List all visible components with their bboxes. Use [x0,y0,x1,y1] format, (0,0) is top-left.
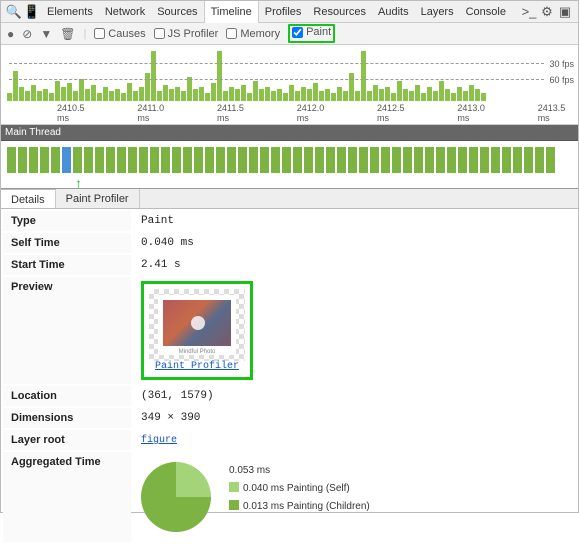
details-table: TypePaint Self Time0.040 ms Start Time2.… [1,209,578,544]
preview-image [163,300,231,346]
jsprofiler-label: JS Profiler [168,28,219,40]
row-starttime-val: 2.41 s [133,255,576,275]
filter-icon[interactable]: ▼ [40,27,52,41]
causes-label: Causes [108,28,145,40]
tab-timeline[interactable]: Timeline [204,1,259,23]
swatch-children-icon [229,500,239,510]
subtab-paint-profiler[interactable]: Paint Profiler [56,189,140,208]
row-type-key: Type [3,211,131,231]
row-preview-val: Mindful Photo Paint Profiler [133,277,576,384]
preview-checkerboard: Mindful Photo [149,289,245,361]
tab-layers[interactable]: Layers [415,1,460,23]
devtools-tabbar: 🔍 📱 Elements Network Sources Timeline Pr… [1,1,578,23]
paint-label: Paint [306,26,331,38]
search-icon[interactable]: 🔍 [5,4,23,20]
swatch-self-icon [229,482,239,492]
details-subtabs: Details Paint Profiler [1,189,578,209]
row-selftime-key: Self Time [3,233,131,253]
causes-checkbox[interactable]: Causes [94,28,145,40]
dock-icon[interactable]: ▣ [556,4,574,20]
device-icon[interactable]: 📱 [23,4,41,20]
clear-icon[interactable]: ⊘ [22,27,32,41]
tab-audits[interactable]: Audits [372,1,415,23]
drawer-icon[interactable]: >_ [520,4,538,19]
fps-60-label: 60 fps [549,75,574,85]
tab-profiles[interactable]: Profiles [259,1,308,23]
row-aggtime-val: 0.053 ms 0.040 ms Painting (Self) 0.013 … [133,452,576,542]
layer-root-link[interactable]: figure [141,435,177,446]
selection-arrow-icon: ↑ [75,175,82,191]
timeline-overview[interactable]: 30 fps 60 fps 2410.5 ms2411.0 ms2411.5 m… [1,45,578,125]
paint-checkbox[interactable]: Paint [292,26,331,38]
memory-label: Memory [240,28,280,40]
row-selftime-val: 0.040 ms [133,233,576,253]
aggregated-pie-chart [141,462,211,532]
main-thread-header[interactable]: Main Thread [1,125,578,141]
row-location-key: Location [3,386,131,406]
paint-checkbox-highlight: Paint [288,24,335,43]
agg-children: 0.013 ms Painting (Children) [229,498,370,516]
row-layerroot-val: figure [133,430,576,450]
row-layerroot-key: Layer root [3,430,131,450]
subtab-details[interactable]: Details [1,189,56,208]
row-dimensions-key: Dimensions [3,408,131,428]
gc-icon[interactable]: 🗑 [60,27,75,41]
preview-caption: Mindful Photo [163,349,231,355]
overview-ruler: 2410.5 ms2411.0 ms2411.5 ms2412.0 ms2412… [7,101,578,123]
tab-network[interactable]: Network [99,1,151,23]
row-starttime-key: Start Time [3,255,131,275]
row-aggtime-key: Aggregated Time [3,452,131,542]
tab-resources[interactable]: Resources [307,1,372,23]
record-icon[interactable]: ● [7,27,14,41]
timeline-toolbar: ● ⊘ ▼ 🗑 | Causes JS Profiler Memory Pain… [1,23,578,45]
preview-highlight: Mindful Photo Paint Profiler [141,281,253,380]
tab-sources[interactable]: Sources [151,1,203,23]
memory-checkbox[interactable]: Memory [226,28,280,40]
row-preview-key: Preview [3,277,131,384]
row-dimensions-val: 349 × 390 [133,408,576,428]
agg-self: 0.040 ms Painting (Self) [229,480,370,498]
tab-elements[interactable]: Elements [41,1,99,23]
gear-icon[interactable]: ⚙ [538,4,556,20]
preview-thumb: Mindful Photo [158,295,236,355]
main-thread-track[interactable]: ↑ [1,141,578,189]
row-location-val: (361, 1579) [133,386,576,406]
row-type-val: Paint [133,211,576,231]
fps-30-label: 30 fps [549,59,574,69]
jsprofiler-checkbox[interactable]: JS Profiler [154,28,219,40]
agg-total: 0.053 ms [229,462,370,480]
paint-profiler-link[interactable]: Paint Profiler [149,361,245,372]
overview-bars [7,49,578,101]
tab-console[interactable]: Console [460,1,512,23]
